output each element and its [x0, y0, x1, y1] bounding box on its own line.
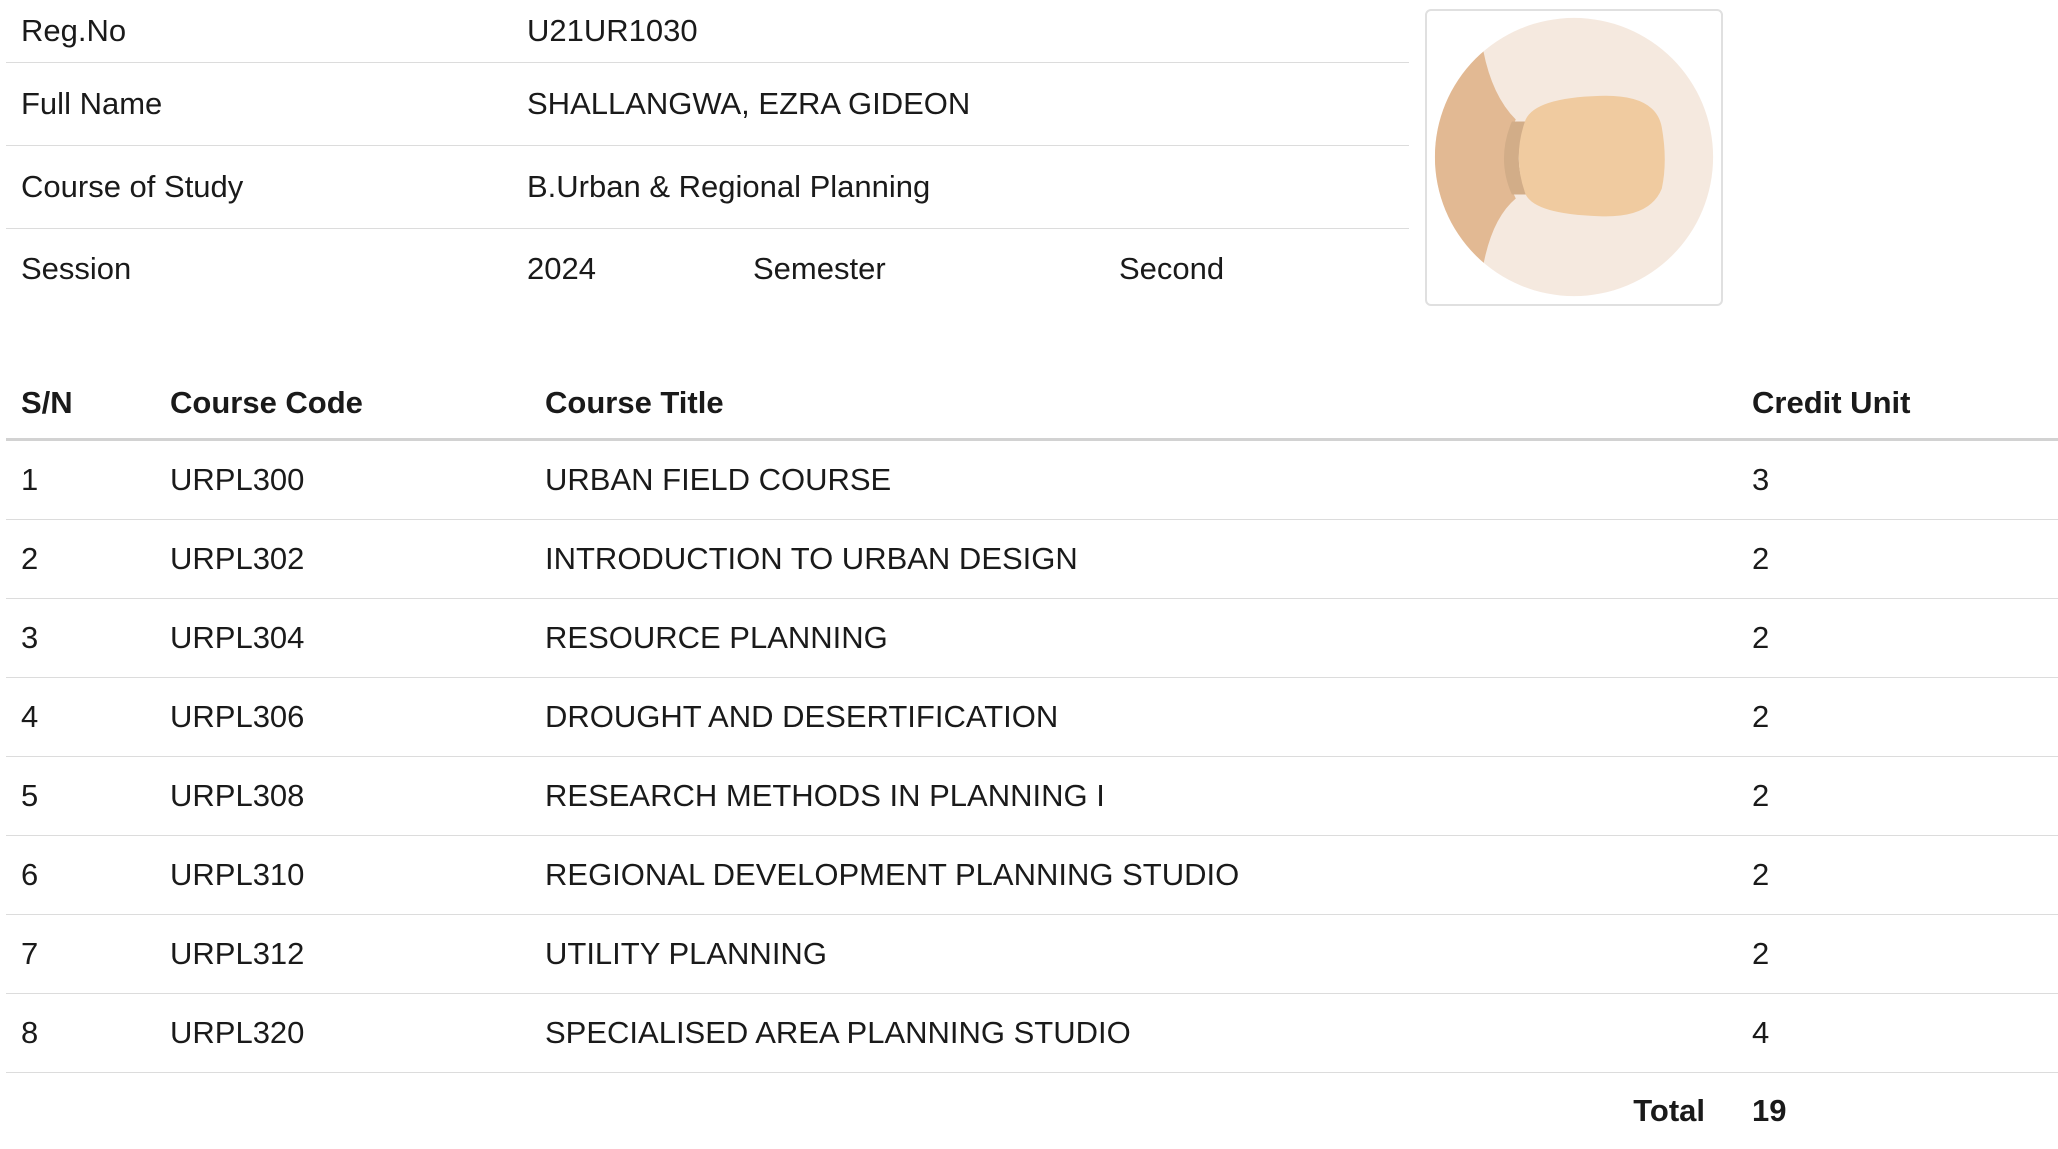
row-course-title: DROUGHT AND DESERTIFICATION: [530, 678, 1737, 757]
row-course-code: URPL302: [155, 520, 530, 599]
header-credit-unit: Credit Unit: [1737, 368, 2058, 440]
semester-label: Semester: [753, 251, 1119, 287]
row-sn: 7: [6, 915, 155, 994]
row-course-title: URBAN FIELD COURSE: [530, 440, 1737, 520]
row-course-code: URPL306: [155, 678, 530, 757]
full-name-label: Full Name: [6, 63, 512, 146]
row-course-code: URPL308: [155, 757, 530, 836]
full-name-row: Full Name SHALLANGWA, EZRA GIDEON: [6, 63, 1409, 146]
table-row: 5 URPL308 RESEARCH METHODS IN PLANNING I…: [6, 757, 2058, 836]
total-label: Total: [6, 1073, 1737, 1149]
row-sn: 5: [6, 757, 155, 836]
student-photo-placeholder-icon: [1427, 11, 1721, 304]
row-course-code: URPL304: [155, 599, 530, 678]
row-credit-unit: 4: [1737, 994, 2058, 1073]
courses-header-row: S/N Course Code Course Title Credit Unit: [6, 368, 2058, 440]
reg-no-label: Reg.No: [6, 0, 512, 63]
row-sn: 1: [6, 440, 155, 520]
row-credit-unit: 2: [1737, 678, 2058, 757]
row-credit-unit: 3: [1737, 440, 2058, 520]
row-course-title: INTRODUCTION TO URBAN DESIGN: [530, 520, 1737, 599]
session-row: Session 2024 Semester Second: [6, 229, 1409, 310]
table-row: 8 URPL320 SPECIALISED AREA PLANNING STUD…: [6, 994, 2058, 1073]
table-row: 6 URPL310 REGIONAL DEVELOPMENT PLANNING …: [6, 836, 2058, 915]
session-label: Session: [6, 229, 512, 310]
course-of-study-row: Course of Study B.Urban & Regional Plann…: [6, 146, 1409, 229]
row-course-title: RESEARCH METHODS IN PLANNING I: [530, 757, 1737, 836]
course-of-study-label: Course of Study: [6, 146, 512, 229]
row-credit-unit: 2: [1737, 599, 2058, 678]
row-course-title: REGIONAL DEVELOPMENT PLANNING STUDIO: [530, 836, 1737, 915]
table-row: 7 URPL312 UTILITY PLANNING 2: [6, 915, 2058, 994]
row-sn: 3: [6, 599, 155, 678]
table-row: 2 URPL302 INTRODUCTION TO URBAN DESIGN 2: [6, 520, 2058, 599]
row-course-code: URPL310: [155, 836, 530, 915]
header-sn: S/N: [6, 368, 155, 440]
row-course-title: RESOURCE PLANNING: [530, 599, 1737, 678]
courses-table: S/N Course Code Course Title Credit Unit…: [6, 368, 2058, 1149]
header-course-code: Course Code: [155, 368, 530, 440]
row-sn: 8: [6, 994, 155, 1073]
table-row: 1 URPL300 URBAN FIELD COURSE 3: [6, 440, 2058, 520]
row-sn: 4: [6, 678, 155, 757]
row-course-code: URPL300: [155, 440, 530, 520]
row-credit-unit: 2: [1737, 915, 2058, 994]
course-of-study-value: B.Urban & Regional Planning: [512, 146, 1409, 229]
student-photo: [1425, 9, 1723, 306]
student-info-table: Reg.No U21UR1030 Full Name SHALLANGWA, E…: [6, 0, 1409, 309]
table-row: 3 URPL304 RESOURCE PLANNING 2: [6, 599, 2058, 678]
semester-value: Second: [1119, 251, 1224, 287]
session-value: 2024: [527, 251, 753, 287]
row-course-code: URPL312: [155, 915, 530, 994]
row-sn: 6: [6, 836, 155, 915]
row-credit-unit: 2: [1737, 520, 2058, 599]
row-course-title: SPECIALISED AREA PLANNING STUDIO: [530, 994, 1737, 1073]
row-course-title: UTILITY PLANNING: [530, 915, 1737, 994]
total-row: Total 19: [6, 1073, 2058, 1149]
row-credit-unit: 2: [1737, 757, 2058, 836]
row-credit-unit: 2: [1737, 836, 2058, 915]
reg-no-row: Reg.No U21UR1030: [6, 0, 1409, 63]
header-course-title: Course Title: [530, 368, 1737, 440]
table-row: 4 URPL306 DROUGHT AND DESERTIFICATION 2: [6, 678, 2058, 757]
row-course-code: URPL320: [155, 994, 530, 1073]
reg-no-value: U21UR1030: [512, 0, 1409, 63]
row-sn: 2: [6, 520, 155, 599]
total-value: 19: [1737, 1073, 2058, 1149]
full-name-value: SHALLANGWA, EZRA GIDEON: [512, 63, 1409, 146]
